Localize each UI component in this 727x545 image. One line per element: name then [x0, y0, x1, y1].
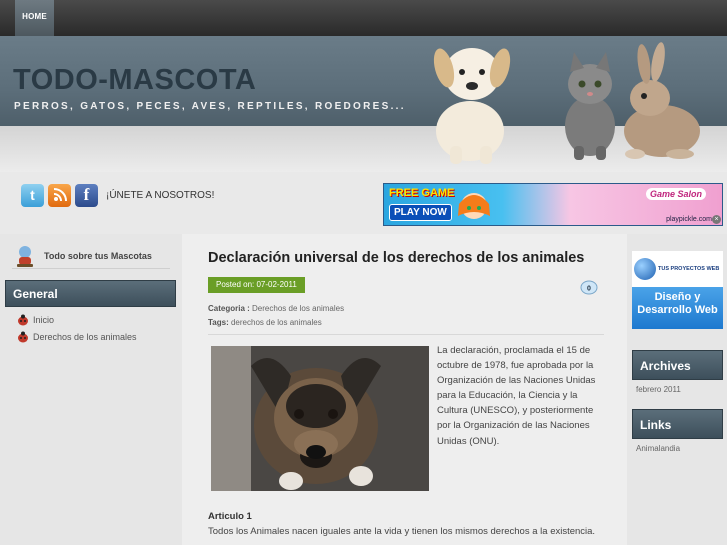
social-links: t f ¡ÚNETE A NOSOTROS!: [21, 183, 214, 207]
ladybug-icon: [18, 314, 28, 325]
site-tagline: PERROS, GATOS, PECES, AVES, REPTILES, RO…: [14, 101, 406, 112]
pets-illustration: [433, 42, 700, 164]
divider: [208, 334, 604, 335]
links-title: Links: [632, 409, 723, 439]
ad-brand-name: TUS PROYECTOS WEB: [658, 266, 720, 272]
article-text: Todos los Animales nacen iguales ante la…: [208, 526, 596, 537]
rss-icon[interactable]: [48, 183, 71, 207]
top-nav: HOME: [0, 0, 727, 36]
ad-game-name: Game Salon: [646, 188, 707, 200]
general-list: Inicio Derechos de los animales: [17, 311, 137, 345]
sidebar-item-inicio[interactable]: Inicio: [17, 311, 137, 328]
ad-play-button[interactable]: PLAY NOW: [389, 204, 452, 221]
ad-brand: playpickle.com: [666, 216, 712, 223]
globe-icon: [634, 258, 656, 280]
sidebar-heading-text: Todo sobre tus Mascotas: [44, 251, 152, 261]
sidebar-heading: Todo sobre tus Mascotas: [14, 244, 152, 268]
kitten-image: [565, 52, 615, 160]
ad-banner[interactable]: FREE GAME PLAY NOW Game Salon playpickle…: [383, 183, 723, 226]
site-title[interactable]: TODO-MASCOTA: [13, 64, 256, 97]
home-tab[interactable]: HOME: [15, 0, 54, 36]
tags-label: Tags:: [208, 318, 229, 327]
ladybug-icon: [18, 331, 28, 342]
puppy-image: [433, 48, 511, 164]
sidebar-item-derechos[interactable]: Derechos de los animales: [17, 328, 137, 345]
category-label: Categoria :: [208, 304, 250, 313]
sidebar-item-label[interactable]: Inicio: [33, 315, 54, 325]
ad-text: Diseño y Desarrollo Web: [632, 287, 723, 329]
category-link[interactable]: Derechos de los animales: [252, 304, 344, 313]
tag-link[interactable]: derechos de los animales: [231, 318, 322, 327]
general-section-title: General: [5, 280, 176, 307]
rabbit-image: [624, 42, 700, 159]
post-intro: La declaración, proclamada el 15 de octu…: [437, 345, 596, 447]
sidebar-item-label[interactable]: Derechos de los animales: [33, 332, 137, 342]
post-title[interactable]: Declaración universal de los derechos de…: [208, 250, 584, 266]
comment-count: 0: [587, 286, 591, 293]
facebook-icon[interactable]: f: [75, 183, 98, 207]
archives-title: Archives: [632, 350, 723, 380]
link-item[interactable]: Animalandia: [636, 444, 680, 453]
post-tags: Tags: derechos de los animales: [208, 318, 322, 327]
ad-close-icon[interactable]: ×: [712, 215, 721, 224]
post-category: Categoria : Derechos de los animales: [208, 304, 344, 313]
mascot-icon: [17, 246, 33, 267]
article-heading: Articulo 1: [208, 511, 252, 522]
ad-line-1: Diseño y: [654, 291, 701, 303]
divider: [12, 268, 170, 269]
archive-link[interactable]: febrero 2011: [636, 385, 681, 394]
comment-count-badge[interactable]: 0: [580, 280, 598, 296]
twitter-icon[interactable]: t: [21, 183, 44, 207]
web-design-ad[interactable]: TUS PROYECTOS WEB Diseño y Desarrollo We…: [632, 251, 723, 329]
dog-photo: [211, 346, 429, 491]
ad-girl-illustration: [458, 193, 490, 219]
posted-date-badge: Posted on: 07-02-2011: [208, 277, 305, 293]
join-us-text[interactable]: ¡ÚNETE A NOSOTROS!: [106, 190, 214, 201]
ad-line-2: Desarrollo Web: [637, 304, 718, 316]
